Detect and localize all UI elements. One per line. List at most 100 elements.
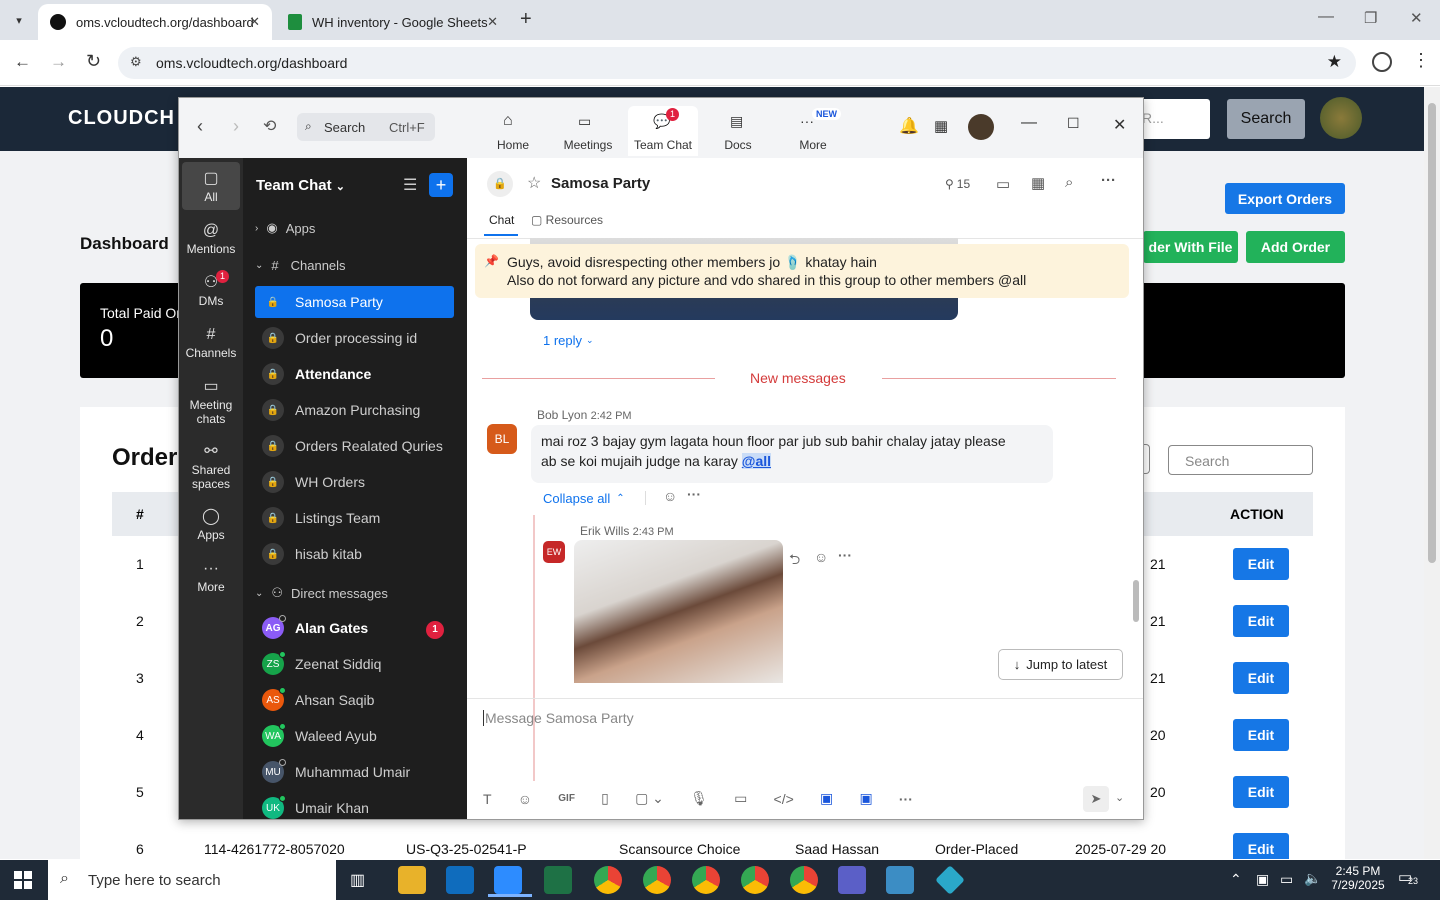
outlook-icon[interactable]: [446, 866, 474, 894]
tab-resources[interactable]: ▢ Resources: [531, 213, 603, 227]
rail-dms[interactable]: ⚇ DMs 1: [182, 270, 240, 314]
calendar-icon[interactable]: ▦: [1031, 174, 1045, 192]
collapse-all-link[interactable]: Collapse all ⌃: [543, 491, 625, 506]
rail-mentions[interactable]: @ Mentions: [182, 218, 240, 262]
network-icon[interactable]: ▭: [1280, 871, 1293, 888]
chrome-icon[interactable]: [741, 866, 769, 894]
close-tab-icon[interactable]: ✕: [249, 14, 260, 30]
user-avatar[interactable]: [1320, 97, 1362, 139]
bookmark-star-icon[interactable]: ★: [1327, 52, 1342, 72]
notification-bell-icon[interactable]: 🔔: [899, 116, 919, 136]
volume-icon[interactable]: 🔈: [1304, 870, 1321, 887]
reply-count-link[interactable]: 1 reply ⌄: [543, 333, 594, 348]
sidebar-title[interactable]: Team Chat ⌄: [256, 177, 345, 194]
dm-item[interactable]: MU Muhammad Umair: [255, 756, 454, 788]
channel-item[interactable]: 🔒 Orders Realated Quries: [255, 430, 454, 462]
chat-scrollbar[interactable]: [1133, 580, 1139, 622]
new-chat-button[interactable]: +: [429, 173, 453, 197]
forward-icon[interactable]: →: [50, 52, 67, 72]
dm-item[interactable]: WA Waleed Ayub: [255, 720, 454, 752]
edit-button[interactable]: Edit: [1233, 719, 1289, 751]
nav-more[interactable]: ··· NEW More: [778, 106, 848, 156]
site-info-icon[interactable]: ⚙: [130, 54, 142, 70]
header-search-input[interactable]: R...: [1140, 99, 1210, 139]
video-clip-icon[interactable]: ▭: [734, 790, 747, 807]
channel-item[interactable]: 🔒 Samosa Party: [255, 286, 454, 318]
dm-item[interactable]: AG Alan Gates 1: [255, 612, 454, 644]
app-icon[interactable]: ▣: [820, 790, 833, 807]
reply-in-thread-icon[interactable]: ⮌: [789, 549, 800, 573]
windows-start-icon[interactable]: [14, 871, 32, 889]
dm-item[interactable]: AS Ahsan Saqib: [255, 684, 454, 716]
gif-icon[interactable]: GIF: [558, 793, 575, 804]
forward-icon[interactable]: ›: [233, 116, 239, 137]
rail-more[interactable]: ··· More: [182, 556, 240, 600]
pinned-message[interactable]: 📌 Guys, avoid disrespecting other member…: [475, 244, 1129, 298]
export-orders-button[interactable]: Export Orders: [1225, 183, 1345, 214]
chrome-icon[interactable]: [643, 866, 671, 894]
channel-item[interactable]: 🔒 WH Orders: [255, 466, 454, 498]
channel-title[interactable]: Samosa Party: [551, 175, 650, 192]
task-view-icon[interactable]: ▥: [350, 870, 365, 890]
notification-center-icon[interactable]: ▭ 23: [1398, 868, 1418, 886]
tab-dashboard[interactable]: oms.vcloudtech.org/dashboard ✕: [38, 4, 272, 40]
search-icon[interactable]: ⌕: [1065, 174, 1073, 191]
add-reaction-icon[interactable]: ☺: [663, 488, 677, 504]
order-with-file-button[interactable]: der With File: [1143, 231, 1238, 263]
nav-docs[interactable]: ▤ Docs: [703, 106, 773, 156]
add-order-button[interactable]: Add Order: [1246, 231, 1345, 263]
nav-home[interactable]: ⌂ Home: [478, 106, 548, 156]
file-icon[interactable]: ▯: [601, 790, 609, 807]
chrome-icon[interactable]: [692, 866, 720, 894]
rail-meeting-chats[interactable]: ▭ Meeting chats: [182, 374, 240, 428]
screenshot-icon[interactable]: ▢ ⌄: [635, 790, 664, 807]
channel-item[interactable]: 🔒 Order processing id: [255, 322, 454, 354]
more-options-icon[interactable]: ···: [1101, 172, 1116, 189]
restore-icon[interactable]: ❐: [1364, 9, 1377, 27]
apps-section[interactable]: › ◉ Apps: [255, 220, 315, 236]
edit-button[interactable]: Edit: [1233, 662, 1289, 694]
dm-item[interactable]: ZS Zeenat Siddiq: [255, 648, 454, 680]
channel-item[interactable]: 🔒 hisab kitab: [255, 538, 454, 570]
table-search-input[interactable]: Search: [1168, 445, 1313, 475]
avatar[interactable]: EW: [543, 541, 565, 563]
profile-avatar[interactable]: [968, 114, 994, 140]
back-icon[interactable]: ←: [14, 52, 31, 72]
channel-item[interactable]: 🔒 Listings Team: [255, 502, 454, 534]
dm-item[interactable]: UK Umair Khan: [255, 792, 454, 819]
teams-icon[interactable]: [838, 866, 866, 894]
maximize-icon[interactable]: ☐: [1067, 115, 1080, 132]
add-reaction-icon[interactable]: ☺: [814, 549, 828, 565]
channel-item[interactable]: 🔒 Amazon Purchasing: [255, 394, 454, 426]
more-tools-icon[interactable]: ···: [899, 791, 913, 807]
url-field[interactable]: ⚙ oms.vcloudtech.org/dashboard ★: [118, 47, 1356, 79]
tab-sheets[interactable]: WH inventory - Google Sheets ✕: [276, 4, 510, 40]
edit-button[interactable]: Edit: [1233, 548, 1289, 580]
close-tab-icon[interactable]: ✕: [487, 14, 498, 30]
jump-to-latest-button[interactable]: ↓ Jump to latest: [998, 649, 1123, 680]
chrome-icon[interactable]: [790, 866, 818, 894]
excel-icon[interactable]: [544, 866, 572, 894]
tab-chat[interactable]: Chat: [489, 213, 514, 227]
reply-image[interactable]: [574, 540, 783, 683]
code-icon[interactable]: </>: [774, 791, 794, 807]
nav-meetings[interactable]: ▭ Meetings: [553, 106, 623, 156]
tray-app-icon[interactable]: ▣: [1256, 871, 1269, 888]
calendar-icon[interactable]: ▦: [934, 117, 948, 135]
edit-button[interactable]: Edit: [1233, 776, 1289, 808]
whiteboard-icon[interactable]: ▣: [859, 790, 872, 807]
zoom-search[interactable]: ⌕ Search Ctrl+F: [297, 113, 435, 141]
taskbar-search[interactable]: ⌕ Type here to search: [48, 860, 336, 900]
edit-button[interactable]: Edit: [1233, 833, 1289, 859]
microphone-icon[interactable]: 🎙: [690, 790, 708, 807]
back-icon[interactable]: ‹: [197, 116, 203, 137]
browser-menu-icon[interactable]: ⋮: [1412, 50, 1430, 71]
close-window-icon[interactable]: ✕: [1410, 9, 1423, 27]
chrome-icon[interactable]: [594, 866, 622, 894]
channel-item[interactable]: 🔒 Attendance: [255, 358, 454, 390]
emoji-icon[interactable]: ☺: [518, 791, 532, 807]
page-scrollbar[interactable]: [1424, 87, 1440, 859]
file-explorer-icon[interactable]: [398, 866, 426, 894]
new-tab-icon[interactable]: +: [520, 8, 532, 31]
app-icon[interactable]: [935, 865, 965, 895]
